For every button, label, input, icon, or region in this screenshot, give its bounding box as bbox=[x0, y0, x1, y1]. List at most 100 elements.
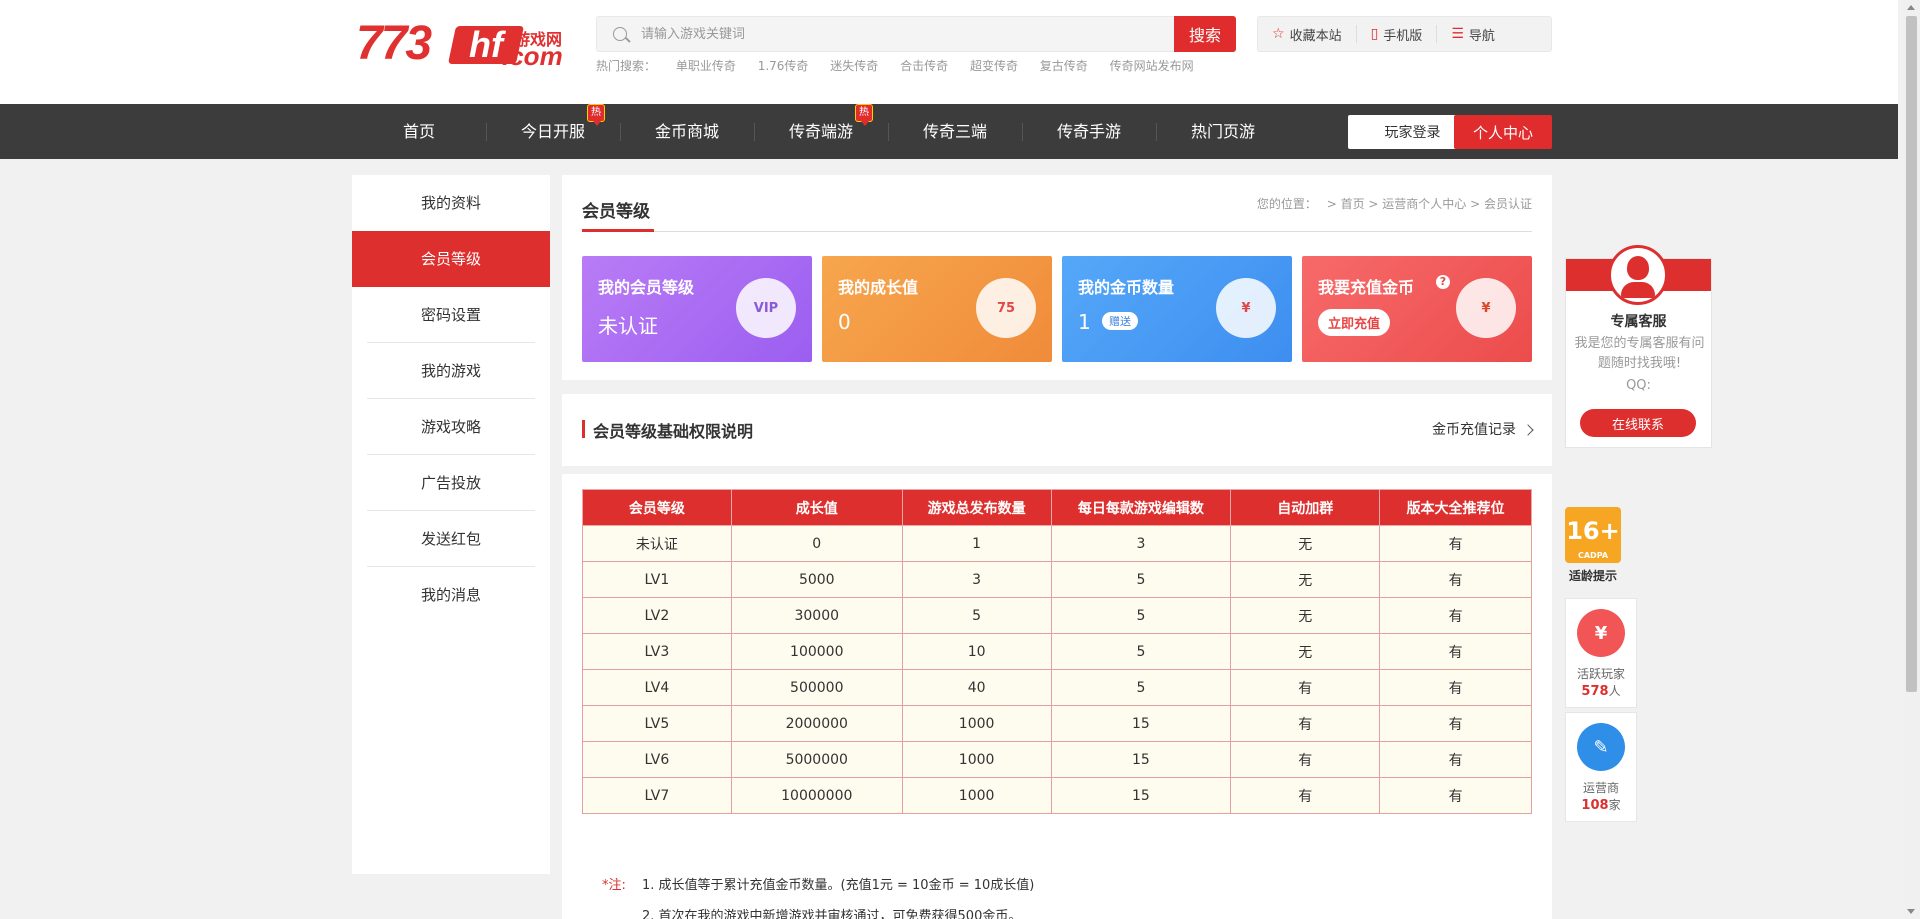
hot-keyword[interactable]: 1.76传奇 bbox=[758, 59, 809, 73]
column-header: 版本大全推荐位 bbox=[1379, 489, 1532, 526]
navigation-link[interactable]: ☰ 导航 bbox=[1436, 25, 1509, 44]
hot-keyword[interactable]: 合击传奇 bbox=[900, 59, 948, 73]
permissions-table: 会员等级 成长值 游戏总发布数量 每日每款游戏编辑数 自动加群 版本大全推荐位 … bbox=[582, 489, 1532, 814]
table-cell: 1000 bbox=[901, 777, 1052, 814]
sidebar-item-member-level[interactable]: 会员等级 bbox=[352, 231, 550, 287]
table-cell: 1000 bbox=[901, 705, 1052, 742]
permissions-header: 会员等级基础权限说明 金币充值记录 bbox=[562, 394, 1552, 466]
service-qq: QQ: bbox=[1626, 378, 1651, 393]
card-title: 我要充值金币 bbox=[1318, 278, 1415, 297]
age-rating: 16+ CADPA 适龄提示 bbox=[1565, 507, 1621, 587]
table-cell: 有 bbox=[1379, 597, 1532, 634]
table-cell: 100000 bbox=[730, 633, 903, 670]
table-cell: 3 bbox=[1050, 525, 1232, 562]
table-cell: 3 bbox=[901, 561, 1052, 598]
nav-item-coin-mall[interactable]: 金币商城 bbox=[620, 104, 754, 159]
card-title: 我的成长值 bbox=[838, 278, 919, 297]
vip-icon: VIP bbox=[736, 278, 796, 338]
sidebar-item-messages[interactable]: 我的消息 bbox=[352, 567, 550, 623]
hot-keyword[interactable]: 传奇网站发布网 bbox=[1110, 59, 1194, 73]
coin-count-card: 我的金币数量 1 赠送 ¥ bbox=[1062, 256, 1292, 362]
service-avatar-icon bbox=[1608, 245, 1668, 305]
table-cell: 有 bbox=[1379, 777, 1532, 814]
sidebar-item-ads[interactable]: 广告投放 bbox=[352, 455, 550, 511]
sidebar-item-guides[interactable]: 游戏攻略 bbox=[352, 399, 550, 455]
active-players-count: 578 bbox=[1581, 684, 1609, 699]
table-cell: 有 bbox=[1379, 741, 1532, 778]
column-header: 会员等级 bbox=[582, 489, 732, 526]
hot-keyword[interactable]: 单职业传奇 bbox=[676, 59, 736, 73]
table-cell: 15 bbox=[1050, 705, 1232, 742]
note-label: *注: bbox=[602, 878, 626, 893]
recharge-history-link[interactable]: 金币充值记录 bbox=[1432, 419, 1534, 439]
operators-stat[interactable]: ✎ 运营商 108家 bbox=[1565, 712, 1637, 822]
table-cell: 有 bbox=[1230, 741, 1381, 778]
table-cell: 5000 bbox=[730, 561, 903, 598]
recharge-card: 我要充值金币 ? 立即充值 ¥ bbox=[1302, 256, 1532, 362]
section-title: 会员等级基础权限说明 bbox=[593, 422, 754, 441]
table-cell: 10 bbox=[901, 633, 1052, 670]
table-row: LV7 10000000 1000 15 有有 bbox=[582, 777, 1532, 814]
table-cell: 15 bbox=[1050, 741, 1232, 778]
breadcrumb-operator-center[interactable]: 运营商个人中心 bbox=[1365, 197, 1467, 211]
hot-keyword[interactable]: 复古传奇 bbox=[1040, 59, 1088, 73]
table-row: LV2 30000 5 5 无有 bbox=[582, 597, 1532, 634]
nav-item-web-games[interactable]: 热门页游 bbox=[1156, 104, 1290, 159]
coin-count-value: 1 bbox=[1078, 310, 1091, 334]
bookmark-label: 收藏本站 bbox=[1289, 28, 1342, 44]
document-edit-icon: ✎ bbox=[1577, 723, 1625, 771]
breadcrumb-home[interactable]: 首页 bbox=[1323, 197, 1365, 211]
red-packet-icon: ¥ bbox=[1577, 609, 1625, 657]
star-icon: ☆ bbox=[1272, 26, 1285, 42]
sidebar: 我的资料 会员等级 密码设置 我的游戏 游戏攻略 广告投放 发送红包 我的消息 bbox=[352, 175, 550, 874]
search-input[interactable] bbox=[641, 23, 1161, 45]
search-box bbox=[596, 16, 1236, 52]
growth-value-card: 我的成长值 0 75 bbox=[822, 256, 1052, 362]
operators-count: 108 bbox=[1581, 798, 1609, 813]
card-title: 我的会员等级 bbox=[598, 278, 695, 297]
help-icon[interactable]: ? bbox=[1436, 275, 1450, 289]
scroll-up-icon[interactable] bbox=[1907, 5, 1915, 10]
nav-item-three-platforms[interactable]: 传奇三端 bbox=[888, 104, 1022, 159]
permissions-panel: 会员等级 成长值 游戏总发布数量 每日每款游戏编辑数 自动加群 版本大全推荐位 … bbox=[562, 474, 1552, 919]
search-button[interactable]: 搜索 bbox=[1174, 16, 1236, 52]
table-cell: 有 bbox=[1230, 669, 1381, 706]
note-line: 1. 成长值等于累计充值金币数量。(充值1元 = 10金币 = 10成长值) bbox=[642, 878, 1035, 893]
recharge-now-button[interactable]: 立即充值 bbox=[1318, 309, 1391, 336]
hot-keyword[interactable]: 迷失传奇 bbox=[830, 59, 878, 73]
page-scrollbar[interactable] bbox=[1903, 0, 1920, 919]
sidebar-item-my-games[interactable]: 我的游戏 bbox=[352, 343, 550, 399]
scrollbar-thumb[interactable] bbox=[1906, 16, 1917, 692]
table-cell: LV1 bbox=[582, 561, 732, 598]
logo-com: .com bbox=[502, 41, 563, 71]
sidebar-item-profile[interactable]: 我的资料 bbox=[352, 175, 550, 231]
table-cell: 0 bbox=[730, 525, 903, 562]
active-players-stat[interactable]: ¥ 活跃玩家 578人 bbox=[1565, 598, 1637, 708]
site-logo[interactable]: 773 hf 游戏网 .com bbox=[356, 20, 566, 71]
active-players-unit: 人 bbox=[1608, 684, 1621, 698]
mobile-link[interactable]: ▯ 手机版 bbox=[1355, 25, 1437, 44]
nav-item-mobile-games[interactable]: 传奇手游 bbox=[1022, 104, 1156, 159]
notes: *注: 1. 成长值等于累计充值金币数量。(充值1元 = 10金币 = 10成长… bbox=[602, 870, 1034, 919]
nav-item-home[interactable]: 首页 bbox=[352, 104, 486, 159]
age-rating-org: CADPA bbox=[1577, 551, 1609, 560]
table-row: LV5 2000000 1000 15 有有 bbox=[582, 705, 1532, 742]
hot-keyword[interactable]: 超变传奇 bbox=[970, 59, 1018, 73]
online-contact-button[interactable]: 在线联系 bbox=[1580, 409, 1696, 437]
table-cell: 有 bbox=[1379, 633, 1532, 670]
table-cell: LV3 bbox=[582, 633, 732, 670]
bookmark-link[interactable]: ☆ 收藏本站 bbox=[1258, 25, 1356, 44]
personal-center-button[interactable]: 个人中心 bbox=[1454, 115, 1552, 149]
table-cell: 5 bbox=[1050, 633, 1232, 670]
member-level-panel: 会员等级 您的位置： 首页运营商个人中心会员认证 我的会员等级 未认证 VIP 我… bbox=[562, 175, 1552, 380]
service-description: 我是您的专属客服有问题随时找我哦! bbox=[1574, 336, 1705, 371]
sidebar-item-password[interactable]: 密码设置 bbox=[352, 287, 550, 343]
table-cell: 无 bbox=[1230, 597, 1381, 634]
table-cell: 1000 bbox=[901, 741, 1052, 778]
table-row: LV4 500000 40 5 有有 bbox=[582, 669, 1532, 706]
table-cell: 有 bbox=[1379, 525, 1532, 562]
column-header: 自动加群 bbox=[1230, 489, 1381, 526]
active-players-label: 活跃玩家 bbox=[1576, 667, 1625, 681]
sidebar-item-red-packet[interactable]: 发送红包 bbox=[352, 511, 550, 567]
scroll-down-icon[interactable] bbox=[1907, 909, 1915, 914]
